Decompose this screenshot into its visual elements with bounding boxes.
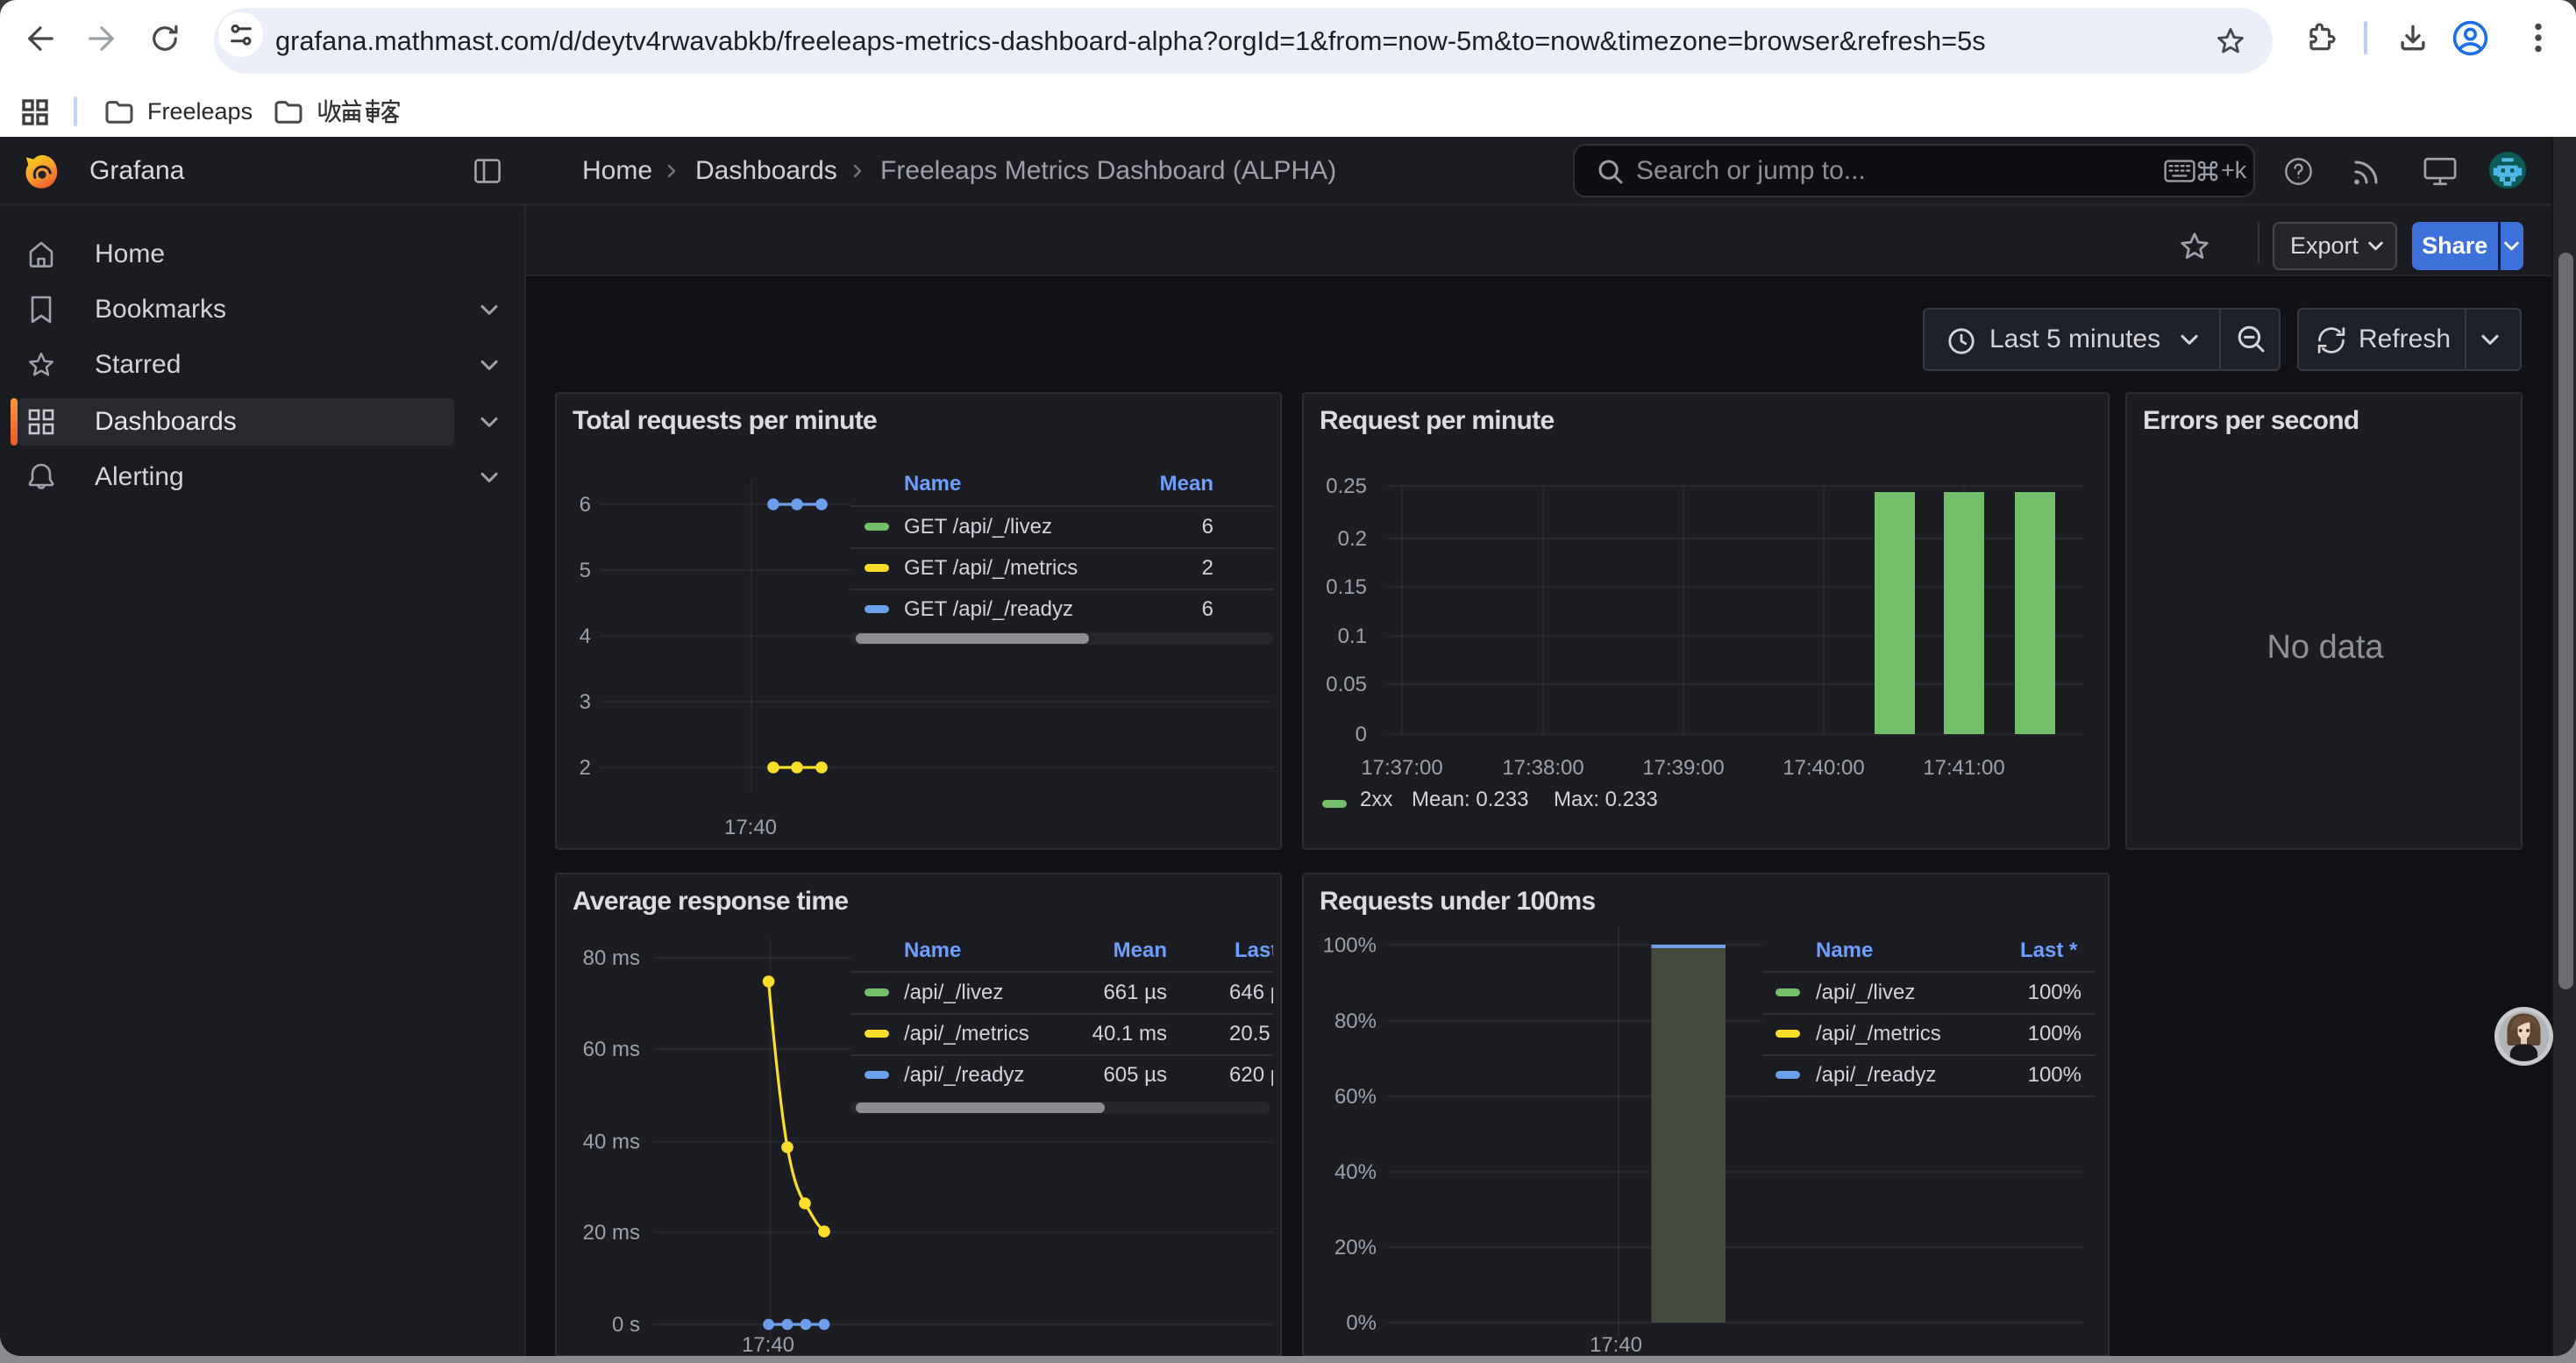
svg-text:40 ms: 40 ms (583, 1131, 640, 1154)
svg-text:40%: 40% (1334, 1160, 1377, 1184)
svg-text:17:37:00: 17:37:00 (1361, 756, 1442, 780)
svg-text:80 ms: 80 ms (583, 946, 640, 970)
svg-text:17:39:00: 17:39:00 (1642, 756, 1724, 780)
svg-text:0 s: 0 s (612, 1313, 640, 1337)
svg-text:0.25: 0.25 (1326, 475, 1367, 498)
svg-text:17:38:00: 17:38:00 (1502, 756, 1583, 780)
svg-text:17:40: 17:40 (724, 816, 777, 839)
svg-text:3: 3 (580, 690, 591, 714)
svg-text:0.05: 0.05 (1326, 673, 1367, 696)
svg-text:5: 5 (580, 559, 591, 582)
svg-text:17:40: 17:40 (742, 1333, 794, 1356)
svg-text:0%: 0% (1346, 1311, 1377, 1335)
svg-text:6: 6 (580, 493, 591, 517)
svg-text:17:41:00: 17:41:00 (1923, 756, 2004, 780)
svg-text:4: 4 (580, 624, 591, 648)
svg-text:60%: 60% (1334, 1085, 1377, 1109)
svg-text:0: 0 (1356, 723, 1367, 746)
svg-text:0.2: 0.2 (1338, 527, 1367, 551)
svg-text:0.15: 0.15 (1326, 575, 1367, 599)
svg-text:60 ms: 60 ms (583, 1038, 640, 1061)
svg-text:2: 2 (580, 756, 591, 780)
svg-text:80%: 80% (1334, 1010, 1377, 1033)
svg-text:20 ms: 20 ms (583, 1221, 640, 1245)
svg-text:100%: 100% (1323, 933, 1377, 957)
svg-text:17:40:00: 17:40:00 (1783, 756, 1864, 780)
svg-text:20%: 20% (1334, 1236, 1377, 1260)
svg-text:17:40: 17:40 (1590, 1333, 1642, 1356)
svg-text:0.1: 0.1 (1338, 624, 1367, 648)
